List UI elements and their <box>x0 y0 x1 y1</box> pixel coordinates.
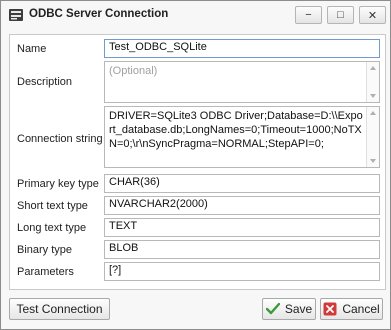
close-button[interactable]: ✕ <box>359 6 386 24</box>
odbc-dialog-window: ODBC Server Connection − □ ✕ Name Test_O… <box>0 0 391 330</box>
short-text-type-label: Short text type <box>17 200 88 212</box>
save-button[interactable]: Save <box>262 298 316 320</box>
description-label: Description <box>17 76 73 88</box>
primary-key-type-label: Primary key type <box>17 178 99 190</box>
test-connection-button[interactable]: Test Connection <box>9 298 110 320</box>
save-label: Save <box>284 302 313 316</box>
long-text-type-field[interactable]: TEXT <box>104 218 380 237</box>
cancel-label: Cancel <box>342 302 380 316</box>
form-panel: Name Test_ODBC_SQLite Description (Optio… <box>9 34 386 290</box>
connection-string-label: Connection string <box>17 133 103 145</box>
parameters-label: Parameters <box>17 266 74 278</box>
name-label: Name <box>17 43 47 55</box>
close-icon: ✕ <box>367 9 378 22</box>
minimize-button[interactable]: − <box>295 6 322 24</box>
scroll-down-icon[interactable] <box>370 159 376 163</box>
maximize-button[interactable]: □ <box>327 6 354 24</box>
primary-key-type-field[interactable]: CHAR(36) <box>104 174 380 193</box>
scroll-up-icon[interactable] <box>370 111 376 115</box>
connection-string-field[interactable]: DRIVER=SQLite3 ODBC Driver;Database=D:\\… <box>104 106 380 168</box>
binary-type-field[interactable]: BLOB <box>104 240 380 259</box>
short-text-type-field[interactable]: NVARCHAR2(2000) <box>104 196 380 215</box>
connection-string-value: DRIVER=SQLite3 ODBC Driver;Database=D:\\… <box>109 110 363 150</box>
scroll-up-icon[interactable] <box>370 66 376 70</box>
app-icon <box>8 8 24 22</box>
description-field[interactable]: (Optional) <box>104 61 380 103</box>
cancel-x-icon <box>323 302 337 316</box>
long-text-type-label: Long text type <box>17 222 87 234</box>
cancel-button[interactable]: Cancel <box>320 298 383 320</box>
scroll-down-icon[interactable] <box>370 94 376 98</box>
maximize-icon: □ <box>337 9 344 21</box>
connection-string-scrollbar[interactable] <box>366 107 379 167</box>
description-placeholder: (Optional) <box>109 65 158 77</box>
check-icon <box>265 303 280 315</box>
title-bar: ODBC Server Connection − □ ✕ <box>1 1 390 28</box>
test-connection-label: Test Connection <box>16 302 103 316</box>
parameters-field[interactable]: [?] <box>104 262 380 281</box>
minimize-icon: − <box>305 9 312 21</box>
binary-type-label: Binary type <box>17 244 73 256</box>
name-field[interactable]: Test_ODBC_SQLite <box>104 39 380 58</box>
description-scrollbar[interactable] <box>366 62 379 102</box>
window-title: ODBC Server Connection <box>29 8 169 20</box>
